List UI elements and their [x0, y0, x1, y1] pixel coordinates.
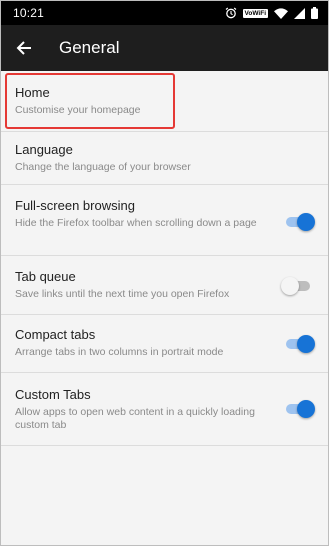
setting-title: Full-screen browsing — [15, 198, 135, 213]
setting-title: Compact tabs — [15, 327, 96, 342]
setting-summary: Allow apps to open web content in a quic… — [15, 406, 255, 431]
screen: 10:21 VoWiFi General Home Customise your… — [0, 0, 329, 546]
custom-tabs-toggle[interactable] — [284, 400, 315, 418]
setting-custom-tabs[interactable]: Custom Tabs Allow apps to open web conte… — [1, 373, 328, 446]
setting-tab-queue[interactable]: Tab queue Save links until the next time… — [1, 256, 328, 315]
setting-compact-tabs[interactable]: Compact tabs Arrange tabs in two columns… — [1, 315, 328, 373]
signal-icon — [294, 7, 305, 19]
app-bar: General — [1, 25, 328, 71]
status-time: 10:21 — [13, 6, 45, 20]
wifi-icon — [274, 7, 288, 19]
setting-text: Full-screen browsing Hide the Firefox to… — [15, 198, 314, 230]
setting-text: Custom Tabs Allow apps to open web conte… — [15, 387, 314, 432]
setting-summary: Save links until the next time you open … — [15, 288, 230, 300]
setting-title: Tab queue — [15, 269, 76, 284]
setting-text: Language Change the language of your bro… — [15, 142, 314, 174]
setting-text: Compact tabs Arrange tabs in two columns… — [15, 327, 314, 359]
tab-queue-toggle[interactable] — [281, 277, 312, 295]
setting-title: Custom Tabs — [15, 387, 91, 402]
back-arrow-icon[interactable] — [1, 25, 47, 71]
status-bar: 10:21 VoWiFi — [1, 1, 328, 25]
full-screen-toggle[interactable] — [284, 213, 315, 231]
settings-list: Home Customise your homepage Language Ch… — [1, 71, 328, 446]
alarm-icon — [225, 7, 236, 19]
setting-summary: Arrange tabs in two columns in portrait … — [15, 346, 224, 358]
setting-full-screen-browsing[interactable]: Full-screen browsing Hide the Firefox to… — [1, 185, 328, 256]
setting-summary: Change the language of your browser — [15, 161, 191, 173]
page-title: General — [59, 38, 120, 57]
status-icons: VoWiFi — [225, 7, 318, 19]
setting-home[interactable]: Home Customise your homepage — [1, 71, 328, 132]
vowifi-badge: VoWiFi — [242, 8, 268, 18]
battery-icon — [311, 7, 318, 19]
highlight-box — [5, 73, 175, 129]
setting-summary: Hide the Firefox toolbar when scrolling … — [15, 217, 257, 229]
setting-title: Language — [15, 142, 73, 157]
setting-language[interactable]: Language Change the language of your bro… — [1, 132, 328, 185]
compact-tabs-toggle[interactable] — [284, 335, 315, 353]
setting-text: Tab queue Save links until the next time… — [15, 269, 314, 301]
